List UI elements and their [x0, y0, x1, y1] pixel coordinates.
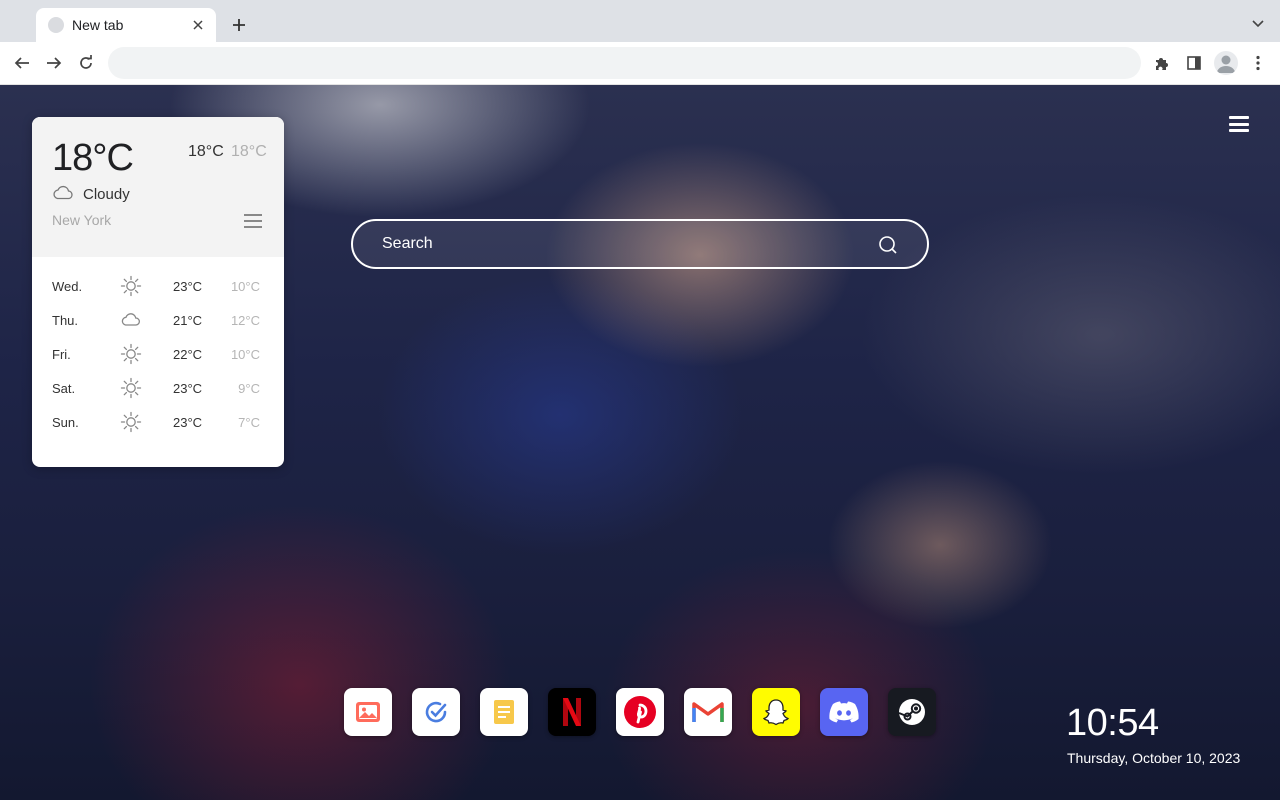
search-box — [351, 219, 929, 269]
search-input[interactable] — [382, 231, 862, 257]
forecast-row: Sun. 23°C 7°C — [32, 405, 284, 439]
forecast-row: Fri. 22°C 10°C — [32, 337, 284, 371]
steam-icon — [898, 699, 925, 725]
forecast-low: 10°C — [230, 279, 260, 294]
forecast-day: Fri. — [52, 347, 71, 362]
cloud-icon — [119, 308, 143, 332]
tab-strip: New tab — [0, 0, 1280, 42]
forecast-low: 9°C — [238, 381, 260, 396]
weather-condition: Cloudy — [83, 186, 130, 203]
cloud-icon — [52, 184, 74, 200]
forecast-day: Sun. — [52, 415, 79, 430]
clock-time: 10:54 — [1066, 702, 1159, 744]
forecast-high: 22°C — [173, 347, 203, 362]
forecast-row: Wed. 23°C 10°C — [32, 269, 284, 303]
sun-icon — [119, 342, 143, 366]
forecast-low: 10°C — [230, 347, 260, 362]
browser-menu-kebab-icon[interactable] — [1246, 52, 1270, 74]
gmail-shortcut[interactable] — [684, 688, 732, 736]
weather-city: New York — [52, 212, 112, 228]
netflix-icon — [563, 698, 581, 726]
page-menu-hamburger-icon[interactable] — [1229, 116, 1249, 132]
forecast-day: Sat. — [52, 381, 76, 396]
weather-list-icon[interactable] — [244, 214, 262, 228]
tasks-shortcut[interactable] — [412, 688, 460, 736]
snapchat-icon — [762, 699, 790, 726]
weather-current: 18°C 18°C 18°C Cloudy New York — [32, 117, 284, 257]
current-high-temperature: 18°C — [188, 143, 224, 160]
pinterest-shortcut[interactable] — [616, 688, 664, 736]
new-tab-page: 18°C 18°C 18°C Cloudy New York Wed. 23°C 1… — [0, 85, 1280, 800]
search-icon[interactable] — [878, 235, 898, 255]
new-tab-button[interactable] — [228, 14, 250, 36]
notes-shortcut[interactable] — [480, 688, 528, 736]
clock-date: Thursday, October 10, 2023 — [1067, 750, 1241, 766]
tab-title: New tab — [72, 17, 124, 33]
tab-close-icon[interactable] — [190, 17, 206, 33]
forecast-day: Wed. — [52, 279, 83, 294]
forward-arrow-icon[interactable] — [43, 52, 65, 74]
forecast-high: 23°C — [173, 415, 203, 430]
forecast-high: 23°C — [173, 381, 203, 396]
forecast-row: Sat. 23°C 9°C — [32, 371, 284, 405]
side-panel-icon[interactable] — [1182, 52, 1206, 74]
forecast-day: Thu. — [52, 313, 79, 328]
forecast-low: 12°C — [230, 313, 260, 328]
sun-icon — [119, 376, 143, 400]
current-temperature: 18°C — [52, 137, 134, 179]
forecast-high: 21°C — [173, 313, 203, 328]
current-low-temperature: 18°C — [231, 143, 267, 160]
weather-widget: 18°C 18°C 18°C Cloudy New York Wed. 23°C 1… — [32, 117, 284, 467]
forecast-high: 23°C — [173, 279, 203, 294]
tab-new-tab[interactable]: New tab — [36, 8, 216, 42]
tab-search-chevron-icon[interactable] — [1250, 16, 1266, 32]
discord-shortcut[interactable] — [820, 688, 868, 736]
forecast-low: 7°C — [238, 415, 260, 430]
check-icon — [425, 701, 447, 723]
pinterest-icon — [624, 696, 656, 728]
sun-icon — [119, 274, 143, 298]
gmail-icon — [692, 702, 724, 722]
reload-icon[interactable] — [75, 52, 97, 74]
browser-toolbar — [0, 42, 1280, 85]
sun-icon — [119, 410, 143, 434]
back-arrow-icon[interactable] — [11, 52, 33, 74]
address-bar[interactable] — [108, 47, 1141, 79]
notes-icon — [494, 700, 514, 724]
extensions-puzzle-icon[interactable] — [1150, 52, 1174, 74]
discord-icon — [829, 701, 859, 723]
wallpaper-shortcut[interactable] — [344, 688, 392, 736]
netflix-shortcut[interactable] — [548, 688, 596, 736]
profile-avatar[interactable] — [1214, 51, 1238, 75]
image-icon — [356, 702, 380, 722]
steam-shortcut[interactable] — [888, 688, 936, 736]
tab-favicon-icon — [48, 17, 64, 33]
snapchat-shortcut[interactable] — [752, 688, 800, 736]
forecast-row: Thu. 21°C 12°C — [32, 303, 284, 337]
